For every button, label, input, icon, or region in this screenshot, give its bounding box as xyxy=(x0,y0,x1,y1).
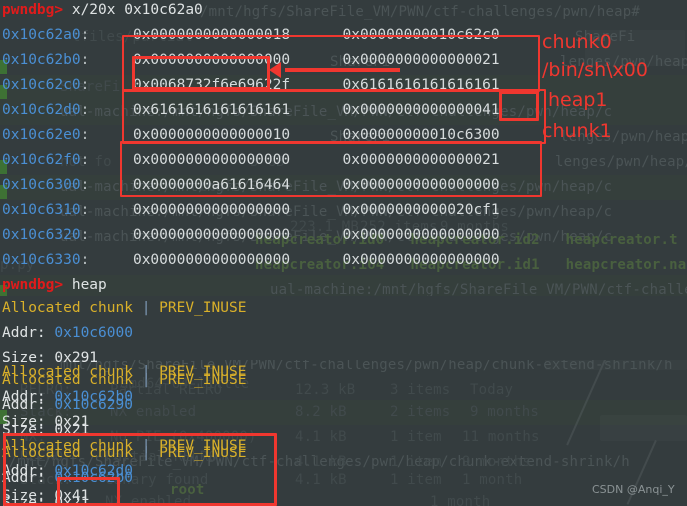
annotation-chunk0: chunk0 xyxy=(542,31,612,53)
chunk-header: Allocated chunk | PREV_INUSE xyxy=(2,296,246,321)
chunk-addr-line: Addr: 0x10c6000 xyxy=(2,321,133,346)
chunk-addr: 0x10c6000 xyxy=(54,325,133,341)
allocated-chunk-highlight-box xyxy=(3,433,277,506)
annotation-binsh: /bin/sh\x00 xyxy=(542,59,648,81)
csdn-watermark: CSDN @Anqi_Y xyxy=(592,483,675,496)
annotation-arrow-shaft xyxy=(285,68,400,72)
size41-highlight-box xyxy=(499,91,539,121)
size-0x41-highlight-box xyxy=(57,477,120,506)
annotation-arrow-head xyxy=(269,62,281,78)
heap1-box xyxy=(122,89,546,144)
chunk-size: 0x291 xyxy=(54,350,99,366)
size-label: Size: xyxy=(2,350,46,366)
chunk-type: Allocated chunk xyxy=(2,300,133,316)
binsh-highlight-box xyxy=(132,56,270,90)
chunk-size-line: Size: 0x291 xyxy=(2,346,98,371)
annotation-chunk1: chunk1 xyxy=(542,120,612,142)
chunk-flags: PREV_INUSE xyxy=(159,300,247,316)
addr-label: Addr: xyxy=(2,325,46,341)
annotation-heap1: heap1 xyxy=(548,89,608,111)
chunk1-box xyxy=(120,141,542,197)
terminal-screenshot: /mnt/hgfs/ShareFile_VM/PWN/ctf-challenge… xyxy=(0,0,687,506)
